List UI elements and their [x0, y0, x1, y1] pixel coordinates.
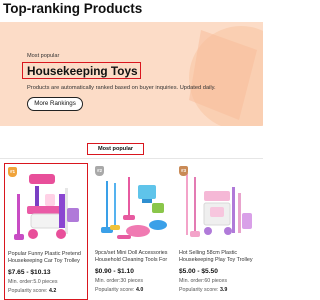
category-title: Housekeeping Toys — [27, 63, 138, 78]
rank-badge: #1 — [8, 167, 17, 177]
product-image[interactable]: #3 — [176, 163, 258, 247]
banner-description: Products are automatically ranked based … — [27, 85, 216, 91]
product-image[interactable]: #2 — [92, 163, 174, 247]
popularity-score: Popularity score: 3.9 — [179, 287, 228, 293]
rank-badge: #2 — [95, 166, 104, 176]
banner-eyebrow: Most popular — [27, 53, 60, 59]
product-price: $5.00 - $5.50 — [179, 268, 218, 275]
product-image[interactable]: #1 — [5, 164, 87, 248]
min-order: Min. order:60 pieces — [179, 278, 228, 284]
popularity-score: Popularity score: 4.2 — [8, 288, 57, 294]
product-price: $0.90 - $1.10 — [95, 268, 134, 275]
popularity-score: Popularity score: 4.0 — [95, 287, 144, 293]
banner-decoration — [189, 26, 263, 126]
ranking-banner: Most popular Housekeeping Toys Products … — [0, 22, 263, 126]
rank-badge: #3 — [179, 166, 188, 176]
tab-divider — [0, 158, 263, 159]
min-order: Min. order:5.0 pieces — [8, 279, 58, 285]
product-card[interactable]: #3 Hot Selling 58cm Plastic Housekeeping… — [176, 163, 260, 300]
product-title[interactable]: Popular Funny Plastic Pretend Housekeepi… — [8, 251, 87, 265]
tab-label: Most popular — [97, 146, 134, 152]
tab-most-popular[interactable]: Most popular — [87, 143, 144, 155]
min-order: Min. order:30 pieces — [95, 278, 144, 284]
category-title-box: Housekeeping Toys — [22, 62, 141, 79]
page-title: Top-ranking Products — [3, 1, 143, 16]
product-title[interactable]: 9pcs/set Mini Doll Accessories Household… — [95, 250, 174, 264]
product-price: $7.65 - $10.13 — [8, 269, 51, 276]
more-rankings-button[interactable]: More Rankings — [27, 97, 83, 111]
product-card[interactable]: #1 Popular Funny Plastic Pretend Houseke… — [4, 163, 88, 300]
product-title[interactable]: Hot Selling 58cm Plastic Housekeeping Pl… — [179, 250, 258, 264]
product-card[interactable]: #2 9pcs/set Mini Doll Accessories Househ… — [92, 163, 176, 300]
